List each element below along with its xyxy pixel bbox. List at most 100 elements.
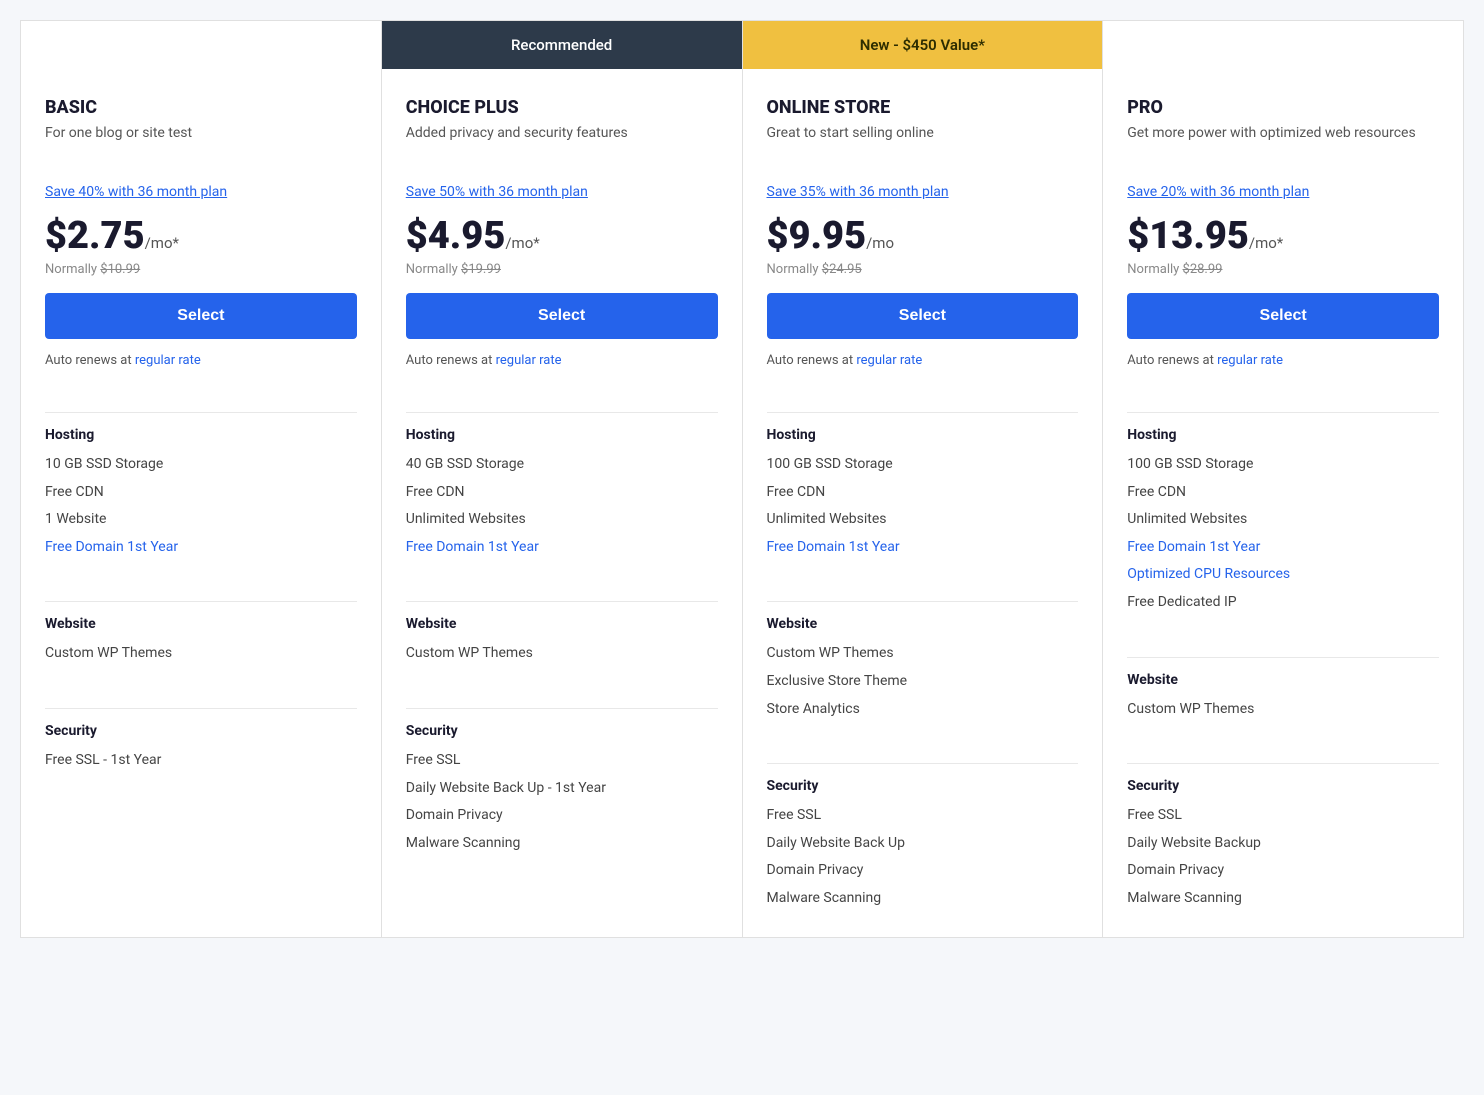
website-feature-basic-0: Custom WP Themes [45,644,357,664]
hosting-section-choice-plus: Hosting 40 GB SSD Storage Free CDN Unlimite… [382,412,742,585]
hosting-title-basic: Hosting [45,427,357,443]
plan-name-choice-plus: CHOICE PLUS [406,97,718,118]
hosting-title-choice-plus: Hosting [406,427,718,443]
plan-badge-online-store: New - $450 Value* [743,21,1103,69]
security-feature-online-store-1: Daily Website Back Up [767,834,1079,854]
security-title-basic: Security [45,723,357,739]
hosting-feature-pro-5: Free Dedicated IP [1127,593,1439,613]
hosting-feature-online-store-3: Free Domain 1st Year [767,538,1079,558]
plan-col-online-store: New - $450 Value* ONLINE STORE Great to st… [743,21,1104,937]
hosting-section-online-store: Hosting100 GB SSD StorageFree CDNUnlimit… [743,412,1103,585]
security-feature-online-store-2: Domain Privacy [767,861,1079,881]
hosting-section-basic: Hosting 10 GB SSD Storage Free CDN 1 Websit… [21,412,381,585]
plan-badge-choice-plus: Recommended [382,21,742,69]
security-feature-choice-plus-2: Domain Privacy [406,806,718,826]
regular-rate-link-basic[interactable]: regular rate [135,353,201,368]
website-feature-pro-0: Custom WP Themes [1127,700,1439,720]
hosting-feature-choice-plus-1: Free CDN [406,483,718,503]
website-section-pro: Website Custom WP Themes [1103,641,1463,748]
website-section-online-store: WebsiteCustom WP ThemesExclusive Store T… [743,585,1103,747]
plan-normal-basic: Normally $10.99 [45,262,357,277]
hosting-feature-basic-3: Free Domain 1st Year [45,538,357,558]
regular-rate-link-choice-plus[interactable]: regular rate [496,353,562,368]
website-title-pro: Website [1127,672,1439,688]
plan-save-link-pro[interactable]: Save 20% with 36 month plan [1127,184,1439,200]
plan-name-online-store: ONLINE STORE [767,97,1079,118]
plan-desc-basic: For one blog or site test [45,124,357,166]
security-feature-pro-1: Daily Website Backup [1127,834,1439,854]
select-button-choice-plus[interactable]: Select [406,293,718,339]
website-title-choice-plus: Website [406,616,718,632]
plan-col-pro: PROGet more power with optimized web res… [1103,21,1463,937]
auto-renew-online-store: Auto renews at regular rate [767,353,1079,368]
security-title-choice-plus: Security [406,723,718,739]
security-feature-basic-0: Free SSL - 1st Year [45,751,357,771]
plan-price-suffix-choice-plus: /mo* [505,234,539,252]
plan-price-choice-plus: $4.95 [406,214,506,258]
select-button-pro[interactable]: Select [1127,293,1439,339]
website-section-basic: Website Custom WP Themes [21,585,381,692]
plan-price-row-choice-plus: $4.95/mo* [406,214,718,258]
hosting-feature-pro-0: 100 GB SSD Storage [1127,455,1439,475]
plan-save-link-online-store[interactable]: Save 35% with 36 month plan [767,184,1079,200]
hosting-feature-online-store-1: Free CDN [767,483,1079,503]
security-feature-choice-plus-3: Malware Scanning [406,834,718,854]
website-title-online-store: Website [767,616,1079,632]
plan-price-row-online-store: $9.95/mo [767,214,1079,258]
plan-price-suffix-pro: /mo* [1249,234,1283,252]
auto-renew-basic: Auto renews at regular rate [45,353,357,368]
plan-price-suffix-online-store: /mo [866,234,894,252]
security-feature-online-store-0: Free SSL [767,806,1079,826]
auto-renew-pro: Auto renews at regular rate [1127,353,1439,368]
hosting-title-pro: Hosting [1127,427,1439,443]
hosting-feature-basic-2: 1 Website [45,510,357,530]
security-feature-online-store-3: Malware Scanning [767,889,1079,909]
security-feature-choice-plus-0: Free SSL [406,751,718,771]
plan-col-choice-plus: Recommended CHOICE PLUS Added privacy and … [382,21,743,937]
plan-name-pro: PRO [1127,97,1439,118]
security-section-choice-plus: Security Free SSL Daily Website Back Up - … [382,692,742,881]
plan-name-basic: BASIC [45,97,357,118]
plan-save-link-basic[interactable]: Save 40% with 36 month plan [45,184,357,200]
website-title-basic: Website [45,616,357,632]
pricing-table: BASIC For one blog or site test Save 40% w… [20,20,1464,938]
hosting-feature-choice-plus-3: Free Domain 1st Year [406,538,718,558]
plan-price-suffix-basic: /mo* [145,234,179,252]
hosting-feature-basic-1: Free CDN [45,483,357,503]
plan-desc-choice-plus: Added privacy and security features [406,124,718,166]
hosting-feature-choice-plus-0: 40 GB SSD Storage [406,455,718,475]
website-feature-online-store-2: Store Analytics [767,700,1079,720]
website-section-choice-plus: WebsiteCustom WP Themes [382,585,742,692]
hosting-feature-basic-0: 10 GB SSD Storage [45,455,357,475]
plan-price-row-basic: $2.75/mo* [45,214,357,258]
regular-rate-link-pro[interactable]: regular rate [1217,353,1283,368]
security-section-basic: Security Free SSL - 1st Year [21,692,381,799]
plan-price-row-pro: $13.95/mo* [1127,214,1439,258]
security-feature-pro-0: Free SSL [1127,806,1439,826]
plan-price-online-store: $9.95 [767,214,867,258]
hosting-feature-online-store-2: Unlimited Websites [767,510,1079,530]
hosting-feature-pro-2: Unlimited Websites [1127,510,1439,530]
select-button-online-store[interactable]: Select [767,293,1079,339]
security-title-online-store: Security [767,778,1079,794]
hosting-feature-pro-1: Free CDN [1127,483,1439,503]
security-feature-pro-2: Domain Privacy [1127,861,1439,881]
security-feature-choice-plus-1: Daily Website Back Up - 1st Year [406,779,718,799]
plan-col-basic: BASIC For one blog or site test Save 40% w… [21,21,382,937]
plan-normal-choice-plus: Normally $19.99 [406,262,718,277]
plan-desc-online-store: Great to start selling online [767,124,1079,166]
regular-rate-link-online-store[interactable]: regular rate [856,353,922,368]
plan-price-basic: $2.75 [45,214,145,258]
auto-renew-choice-plus: Auto renews at regular rate [406,353,718,368]
hosting-feature-online-store-0: 100 GB SSD Storage [767,455,1079,475]
plan-save-link-choice-plus[interactable]: Save 50% with 36 month plan [406,184,718,200]
plan-normal-pro: Normally $28.99 [1127,262,1439,277]
security-title-pro: Security [1127,778,1439,794]
website-feature-online-store-1: Exclusive Store Theme [767,672,1079,692]
plan-badge-basic [21,21,381,69]
hosting-section-pro: Hosting 100 GB SSD Storage Free CDN Unlimit… [1103,412,1463,641]
select-button-basic[interactable]: Select [45,293,357,339]
security-section-pro: Security Free SSL Daily Website Backup Doma… [1103,747,1463,936]
plan-price-pro: $13.95 [1127,214,1249,258]
hosting-feature-choice-plus-2: Unlimited Websites [406,510,718,530]
